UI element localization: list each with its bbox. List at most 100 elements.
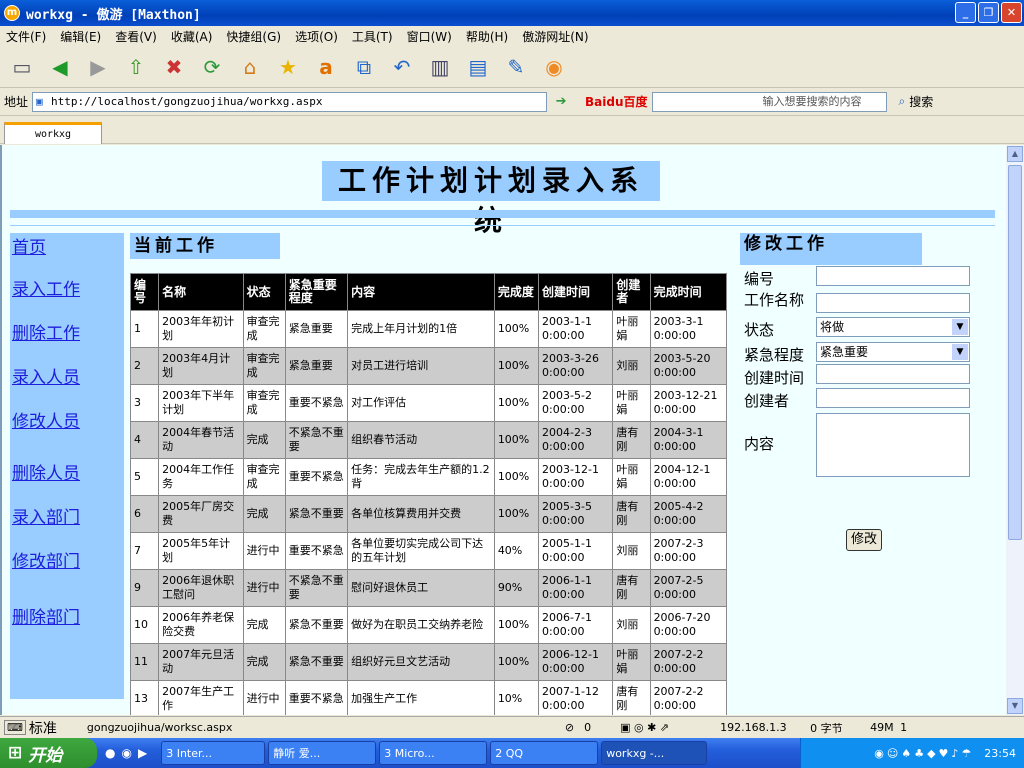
- tray-icons[interactable]: ◉☺♠♣◆♥♪☂: [874, 747, 974, 760]
- scroll-thumb[interactable]: [1008, 165, 1022, 540]
- menu-help[interactable]: 帮助(H): [466, 28, 508, 45]
- menu-edit[interactable]: 编辑(E): [60, 28, 101, 45]
- home-icon[interactable]: ⌂: [234, 51, 266, 83]
- forward-icon[interactable]: ▶: [82, 51, 114, 83]
- menu-maxthon-sites[interactable]: 傲游网址(N): [522, 28, 588, 45]
- cell-name: 2003年年初计划: [158, 310, 244, 348]
- menu-options[interactable]: 选项(O): [295, 28, 338, 45]
- system-tray: ◉☺♠♣◆♥♪☂ 23:54: [800, 738, 1024, 768]
- chevron-down-icon: ▼: [952, 344, 968, 360]
- label-content: 内容: [744, 435, 775, 453]
- cell-urgency: 不紧急不重要: [284, 569, 349, 607]
- task-qq[interactable]: 2 QQ: [490, 741, 599, 765]
- rss-icon[interactable]: ◉: [538, 51, 570, 83]
- scroll-down-icon[interactable]: ▼: [1007, 698, 1023, 714]
- close-button[interactable]: ✕: [1001, 2, 1022, 23]
- table-row: 5 2004年工作任务 审查完成 重要不紧急 任务：完成去年生产额的1.2背 100% 20…: [129, 458, 728, 496]
- go-icon[interactable]: ➔: [551, 92, 571, 112]
- task-ie[interactable]: 3 Inter...: [161, 741, 266, 765]
- media-quicklaunch-icon[interactable]: ▶: [138, 746, 147, 760]
- cell-completed: 2004-3-1 0:00:00: [649, 421, 728, 459]
- cell-content: 各单位核算费用并交费: [347, 495, 495, 533]
- qq-quicklaunch-icon[interactable]: ●: [105, 746, 115, 760]
- popup-block-icon[interactable]: ⊘: [565, 721, 574, 734]
- nav-add-work[interactable]: 录入工作: [12, 275, 80, 300]
- menu-groups[interactable]: 快捷组(G): [226, 28, 281, 45]
- screen-capture-icon[interactable]: ⧉: [348, 51, 380, 83]
- tab-workxg[interactable]: workxg: [4, 122, 102, 144]
- cell-completed: 2007-2-2 0:00:00: [649, 643, 728, 681]
- nav-delete-dept[interactable]: 删除部门: [12, 603, 80, 628]
- status-tools-icon[interactable]: ▣ ◎ ✱ ⇗: [620, 721, 700, 734]
- vertical-scrollbar[interactable]: ▲ ▼: [1006, 145, 1024, 715]
- translate-icon[interactable]: a: [310, 51, 342, 83]
- tools-icon[interactable]: ▥: [424, 51, 456, 83]
- sidebar-icon[interactable]: ▤: [462, 51, 494, 83]
- cell-progress: 10%: [493, 680, 540, 715]
- nav-add-person[interactable]: 录入人员: [12, 363, 80, 388]
- url-text: http://localhost/gongzuojihua/workxg.asp…: [51, 94, 323, 108]
- work-name-field[interactable]: [816, 293, 970, 313]
- stop-icon[interactable]: ✖: [158, 51, 190, 83]
- content-textarea[interactable]: [816, 413, 970, 477]
- task-player[interactable]: 静听 爱...: [268, 741, 377, 765]
- nav-delete-person[interactable]: 删除人员: [12, 459, 80, 484]
- id-field[interactable]: [816, 266, 970, 286]
- label-status: 状态: [744, 321, 775, 339]
- nav-add-dept[interactable]: 录入部门: [12, 503, 80, 528]
- menu-view[interactable]: 查看(V): [115, 28, 157, 45]
- table-row: 11 2007年元旦活动 完成 紧急不重要 组织好元旦文艺活动 100% 2006-12-1…: [129, 643, 728, 681]
- nav-edit-person[interactable]: 修改人员: [12, 407, 80, 432]
- start-button[interactable]: ⊞ 开始: [0, 738, 97, 768]
- scroll-up-icon[interactable]: ▲: [1007, 146, 1023, 162]
- edit-icon[interactable]: ✎: [500, 51, 532, 83]
- cell-content: 各单位要切实完成公司下达的五年计划: [347, 532, 495, 570]
- search-input[interactable]: 输入想要搜索的内容: [651, 91, 887, 112]
- nav-home[interactable]: 首页: [12, 233, 46, 258]
- task-maxthon[interactable]: workxg -...: [601, 741, 708, 765]
- nav-delete-work[interactable]: 删除工作: [12, 319, 80, 344]
- urgency-select-value: 紧急重要: [820, 345, 869, 359]
- table-row: 4 2004年春节活动 完成 不紧急不重要 组织春节活动 100% 2004-2-3 0:0…: [129, 421, 728, 459]
- status-select[interactable]: 将做 ▼: [816, 317, 970, 337]
- search-button[interactable]: 搜索: [909, 93, 933, 110]
- table-row: 2 2003年4月计划 审查完成 紧急重要 对员工进行培训 100% 2003-3-26 0…: [129, 347, 728, 385]
- new-page-icon[interactable]: ▭: [6, 51, 38, 83]
- minimize-button[interactable]: _: [955, 2, 976, 23]
- up-folder-icon[interactable]: ⇧: [120, 51, 152, 83]
- cell-creator: 唐有刚: [612, 495, 651, 533]
- nav-edit-dept[interactable]: 修改部门: [12, 547, 80, 572]
- refresh-icon[interactable]: ⟳: [196, 51, 228, 83]
- ime-mode[interactable]: 标准: [29, 718, 57, 738]
- address-label: 地址: [4, 95, 29, 109]
- menu-favorites[interactable]: 收藏(A): [171, 28, 213, 45]
- cell-progress: 90%: [493, 569, 540, 607]
- table-row: 10 2006年养老保险交费 完成 紧急不重要 做好为在职员工交纳养老险 100% 2006…: [129, 606, 728, 644]
- cell-id: 2: [129, 347, 160, 385]
- menu-file[interactable]: 文件(F): [6, 28, 46, 45]
- menu-window[interactable]: 窗口(W): [407, 28, 452, 45]
- cell-name: 2006年退休职工慰问: [158, 569, 244, 607]
- created-time-field[interactable]: [816, 364, 970, 384]
- window-titlebar[interactable]: m workxg - 傲游 [Maxthon] _ ❐ ✕: [0, 0, 1024, 26]
- label-urgency: 紧急程度: [744, 346, 805, 364]
- creator-field[interactable]: [816, 388, 970, 408]
- ime-icon[interactable]: ⌨: [4, 720, 26, 735]
- baidu-logo[interactable]: Baidu百度: [585, 93, 648, 110]
- task-word[interactable]: 3 Micro...: [379, 741, 488, 765]
- restore-button[interactable]: ❐: [978, 2, 999, 23]
- maxthon-quicklaunch-icon[interactable]: ◉: [121, 746, 131, 760]
- page-viewport: 工作计划计划录入系统 首页 录入工作 删除工作 录入人员 修改人员 删除人员 录…: [0, 145, 1006, 715]
- url-input[interactable]: ▣ http://localhost/gongzuojihua/workxg.a…: [32, 91, 548, 112]
- cell-name: 2004年工作任务: [158, 458, 244, 496]
- back-icon[interactable]: ◀: [44, 51, 76, 83]
- menu-tools[interactable]: 工具(T): [352, 28, 393, 45]
- favorites-star-icon[interactable]: ★: [272, 51, 304, 83]
- cell-created: 2006-7-1 0:00:00: [538, 606, 614, 644]
- cell-content: 对员工进行培训: [347, 347, 495, 385]
- cell-status: 审查完成: [242, 458, 286, 496]
- undo-icon[interactable]: ↶: [386, 51, 418, 83]
- cell-content: 组织春节活动: [347, 421, 495, 459]
- urgency-select[interactable]: 紧急重要 ▼: [816, 342, 970, 362]
- submit-edit-button[interactable]: 修改: [846, 529, 882, 551]
